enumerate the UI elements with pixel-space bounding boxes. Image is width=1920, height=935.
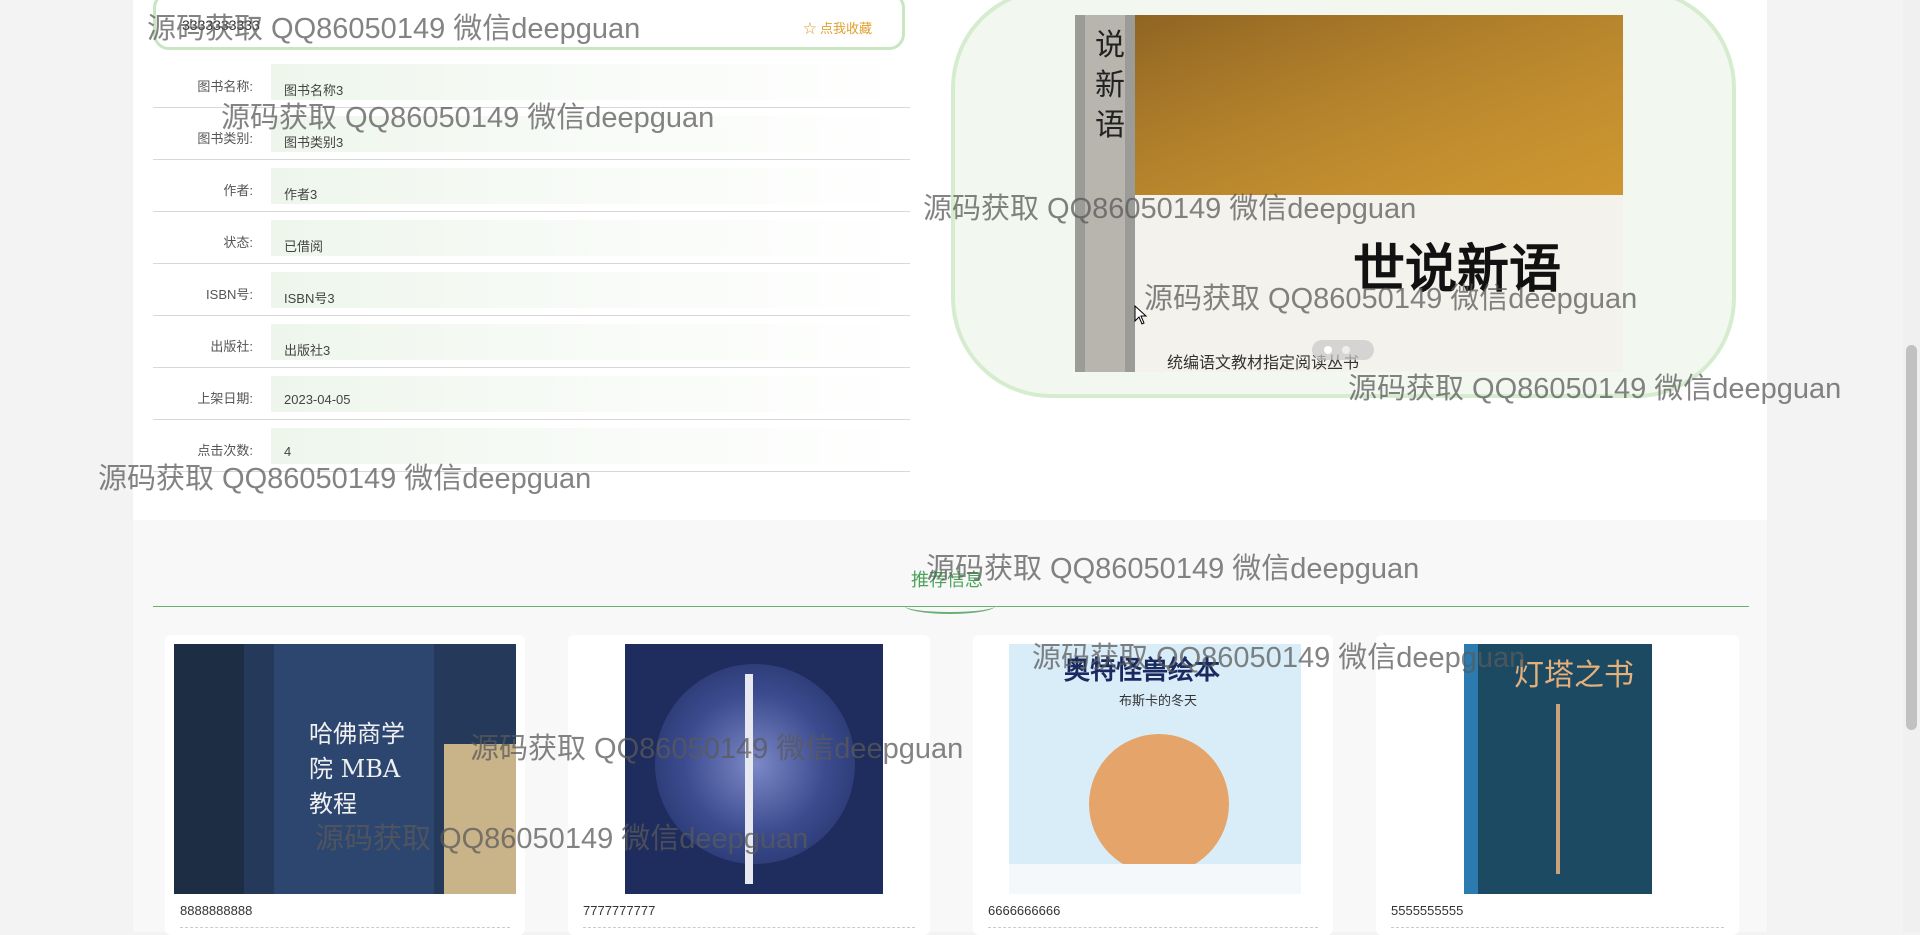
mouse-cursor-icon bbox=[1134, 304, 1148, 330]
detail-value: 4 bbox=[284, 444, 292, 459]
detail-value: 图书名称3 bbox=[284, 83, 344, 98]
detail-value: 出版社3 bbox=[284, 343, 331, 358]
recommend-card-image[interactable] bbox=[625, 644, 883, 894]
detail-label: 上架日期: bbox=[197, 391, 253, 406]
detail-row-author: 作者: 作者3 bbox=[153, 160, 910, 212]
recommend-card[interactable]: 哈佛商学院 MBA教程 8888888888 bbox=[165, 635, 525, 935]
detail-label: 作者: bbox=[223, 183, 253, 198]
recommend-card[interactable]: 灯塔之书 5555555555 bbox=[1376, 635, 1739, 935]
cover-title-text: 世说新语 bbox=[1353, 239, 1562, 300]
recommend-card-image[interactable]: 灯塔之书 bbox=[1464, 644, 1652, 894]
detail-value: 作者3 bbox=[284, 187, 318, 202]
detail-value: 2023-04-05 bbox=[284, 392, 351, 407]
page-scrollbar[interactable] bbox=[1903, 0, 1920, 932]
scrollbar-thumb[interactable] bbox=[1906, 345, 1917, 730]
recommend-card[interactable]: 奥特怪兽绘本 布斯卡的冬天 6666666666 bbox=[973, 635, 1333, 935]
recommend-card[interactable]: 7777777777 bbox=[568, 635, 930, 935]
recommend-card-title[interactable]: 6666666666 bbox=[988, 903, 1060, 918]
detail-label: 图书名称: bbox=[197, 79, 253, 94]
card-cover-text: 奥特怪兽绘本 bbox=[1064, 655, 1221, 685]
carousel-dot[interactable] bbox=[1342, 346, 1350, 354]
card-cover-text: 灯塔之书 bbox=[1514, 658, 1634, 693]
svg-text:新: 新 bbox=[1095, 68, 1125, 103]
detail-row-name: 图书名称: 图书名称3 bbox=[153, 56, 910, 108]
detail-label: 出版社: bbox=[210, 339, 253, 354]
carousel-indicator[interactable] bbox=[1312, 340, 1374, 360]
recommend-card-image[interactable]: 奥特怪兽绘本 布斯卡的冬天 bbox=[1009, 644, 1301, 894]
detail-label: 状态: bbox=[223, 235, 253, 250]
detail-row-clicks: 点击次数: 4 bbox=[153, 420, 910, 472]
detail-row-publisher: 出版社: 出版社3 bbox=[153, 316, 910, 368]
detail-value: ISBN号3 bbox=[284, 291, 335, 306]
detail-value: 图书类别3 bbox=[284, 135, 344, 150]
detail-row-status: 状态: 已借阅 bbox=[153, 212, 910, 264]
recommend-underline bbox=[905, 598, 995, 614]
recommend-card-title[interactable]: 7777777777 bbox=[583, 903, 655, 918]
detail-value: 已借阅 bbox=[284, 239, 324, 254]
recommend-card-title[interactable]: 8888888888 bbox=[180, 903, 252, 918]
detail-label: 图书类别: bbox=[197, 131, 253, 146]
svg-text:语: 语 bbox=[1095, 108, 1125, 143]
book-cover-image[interactable]: 说 新 语 世说新语 统编语文教材指定阅读丛书 bbox=[1075, 15, 1623, 372]
card-cover-text: 哈佛商学院 MBA教程 bbox=[309, 720, 405, 818]
svg-text:说: 说 bbox=[1095, 28, 1125, 63]
detail-row-category: 图书类别: 图书类别3 bbox=[153, 108, 910, 160]
detail-row-isbn: ISBN号: ISBN号3 bbox=[153, 264, 910, 316]
book-title: 3333333333 bbox=[182, 17, 260, 33]
recommend-heading: 推荐信息 bbox=[911, 570, 983, 590]
book-title-bar: 3333333333 ☆ 点我收藏 bbox=[153, 0, 905, 50]
recommend-card-image[interactable]: 哈佛商学院 MBA教程 bbox=[174, 644, 516, 894]
carousel-dot-active[interactable] bbox=[1324, 346, 1332, 354]
favorite-button[interactable]: ☆ 点我收藏 bbox=[803, 18, 872, 37]
detail-label: 点击次数: bbox=[197, 443, 253, 458]
book-detail-list: 图书名称: 图书名称3 图书类别: 图书类别3 作者: 作者3 状态: 已借阅 … bbox=[153, 56, 910, 472]
detail-row-shelf-date: 上架日期: 2023-04-05 bbox=[153, 368, 910, 420]
recommend-card-title[interactable]: 5555555555 bbox=[1391, 903, 1463, 918]
card-cover-subtext: 布斯卡的冬天 bbox=[1119, 693, 1198, 708]
detail-label: ISBN号: bbox=[206, 287, 253, 302]
